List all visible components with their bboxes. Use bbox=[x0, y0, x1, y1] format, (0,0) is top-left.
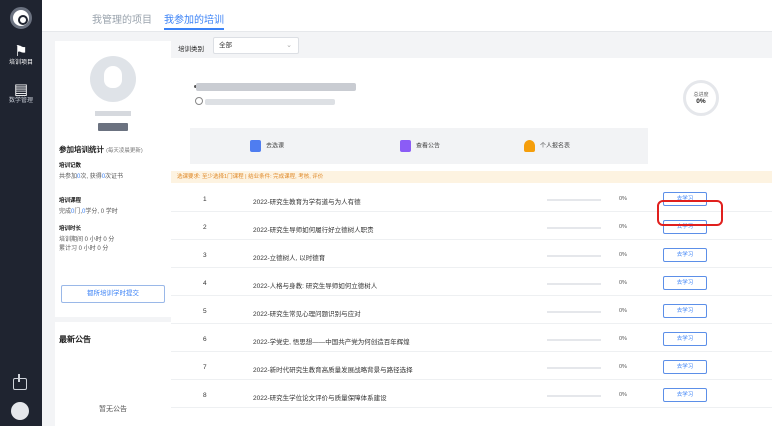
tab-managed-projects[interactable]: 我管理的项目 bbox=[92, 11, 152, 26]
course-progress-percent: 0% bbox=[619, 224, 627, 230]
course-number: 5 bbox=[203, 308, 207, 315]
course-title[interactable]: 2022-研究生教育为学有道与为人有德 bbox=[253, 196, 361, 206]
table-row: 4 2022-人格与身教: 研究生导师如何立德树人 0% 去学习 bbox=[171, 272, 772, 296]
training-category-select[interactable]: 全部 ⌄ bbox=[213, 37, 299, 54]
course-number: 4 bbox=[203, 280, 207, 287]
course-progress-percent: 0% bbox=[619, 364, 627, 370]
profile-org-blurred bbox=[98, 123, 128, 131]
action-label: 个人报名表 bbox=[540, 143, 571, 150]
highlight-box bbox=[657, 200, 723, 226]
start-learning-button[interactable]: 去学习 bbox=[663, 248, 707, 262]
view-announcement-button[interactable]: 查看公告 bbox=[400, 140, 440, 152]
stat-duration-label: 培训时长 bbox=[59, 226, 82, 232]
course-number: 3 bbox=[203, 252, 207, 259]
course-title[interactable]: 2022-研究生常见心理问题识别与应对 bbox=[253, 308, 361, 318]
start-learning-button[interactable]: 去学习 bbox=[663, 388, 707, 402]
flag-icon: ⚑ bbox=[14, 43, 28, 60]
start-learning-button[interactable]: 去学习 bbox=[663, 332, 707, 346]
table-row: 8 2022-研究生学位论文评价与质量保障体系建设 0% 去学习 bbox=[171, 384, 772, 408]
start-learning-button[interactable]: 去学习 bbox=[663, 360, 707, 374]
chevron-down-icon: ⌄ bbox=[286, 42, 292, 49]
stat-duration-line2: 累计习 0 小时 0 分 bbox=[59, 246, 109, 252]
course-title[interactable]: 2022-新时代研究生教育高质量发展战略背景与路径选择 bbox=[253, 364, 413, 374]
table-row: 6 2022-学党史, 悟思想——中国共产党为何创造百年辉煌 0% 去学习 bbox=[171, 328, 772, 352]
course-progress-percent: 0% bbox=[619, 252, 627, 258]
select-value: 全部 bbox=[219, 42, 232, 49]
course-progress-bar bbox=[547, 311, 601, 313]
course-title[interactable]: 2022-人格与身教: 研究生导师如何立德树人 bbox=[253, 280, 377, 290]
announcement-empty: 暂无公告 bbox=[99, 406, 127, 413]
rail-item-label: 数学管理 bbox=[8, 98, 33, 104]
course-progress-bar bbox=[547, 283, 601, 285]
total-progress-ring: 总进度 0% bbox=[683, 80, 719, 116]
course-progress-percent: 0% bbox=[619, 336, 627, 342]
user-avatar[interactable] bbox=[11, 402, 29, 420]
registration-form-button[interactable]: 个人报名表 bbox=[524, 140, 570, 152]
rail-item-label: 培训项目 bbox=[8, 60, 33, 66]
course-title[interactable]: 2022-立德树人, 以时德育 bbox=[253, 252, 325, 262]
doc-icon: ▤ bbox=[13, 81, 29, 98]
course-progress-bar bbox=[547, 395, 601, 397]
course-progress-bar bbox=[547, 255, 601, 257]
profile-card: 参加培训统计 (每天凌晨更新) 培训记数 共参加0次, 获得0次证书 培训课程 … bbox=[55, 41, 171, 317]
action-bar: 去选课 查看公告 个人报名表 bbox=[190, 128, 648, 164]
course-progress-percent: 0% bbox=[619, 280, 627, 286]
table-row: 3 2022-立德树人, 以时德育 0% 去学习 bbox=[171, 244, 772, 268]
announcement-card: 最新公告 暂无公告 bbox=[55, 322, 171, 426]
training-time-blurred bbox=[205, 99, 335, 105]
course-number: 8 bbox=[203, 392, 207, 399]
progress-label: 总进度 bbox=[693, 92, 709, 98]
stat-count-label: 培训记数 bbox=[59, 163, 82, 169]
start-learning-button[interactable]: 去学习 bbox=[663, 304, 707, 318]
course-title[interactable]: 2022-研究生导师如何履行好立德树人职责 bbox=[253, 224, 374, 234]
tab-joined-trainings[interactable]: 我参加的培训 bbox=[164, 11, 224, 30]
list-icon bbox=[250, 140, 261, 152]
profile-name-blurred bbox=[95, 111, 131, 116]
table-row: 7 2022-新时代研究生教育高质量发展战略背景与路径选择 0% 去学习 bbox=[171, 356, 772, 380]
stat-duration-line1: 培训期间 0 小时 0 分 bbox=[59, 237, 115, 243]
rail-item-projects[interactable]: ⚑ 培训项目 bbox=[0, 44, 42, 67]
course-progress-bar bbox=[547, 227, 601, 229]
course-number: 7 bbox=[203, 364, 207, 371]
start-learning-button[interactable]: 去学习 bbox=[663, 276, 707, 290]
course-progress-percent: 0% bbox=[619, 308, 627, 314]
announcement-title: 最新公告 bbox=[59, 335, 91, 344]
training-detail-card: 总进度 0% 去选课 查看公告 个人报名表 选课要求: 至少选择1门课程 | 结… bbox=[171, 58, 772, 426]
table-row: 5 2022-研究生常见心理问题识别与应对 0% 去学习 bbox=[171, 300, 772, 324]
action-label: 查看公告 bbox=[416, 143, 441, 150]
requirement-notice: 选课要求: 至少选择1门课程 | 结业条件: 完成课程, 考核, 评价 bbox=[171, 171, 772, 183]
app-logo[interactable] bbox=[10, 7, 32, 29]
top-tab-bar: 我管理的项目 我参加的培训 bbox=[42, 0, 772, 32]
action-label: 去选课 bbox=[266, 143, 285, 150]
course-number: 2 bbox=[203, 224, 207, 231]
rail-item-teaching[interactable]: ▤ 数学管理 bbox=[0, 82, 42, 105]
course-progress-bar bbox=[547, 199, 601, 201]
bell-icon bbox=[400, 140, 411, 152]
training-title-blurred bbox=[196, 83, 356, 91]
stat-count-value: 共参加0次, 获得0次证书 bbox=[59, 174, 124, 180]
course-number: 6 bbox=[203, 336, 207, 343]
stat-course-label: 培训课程 bbox=[59, 198, 82, 204]
stat-course-value: 完成0门,0学分, 0 学时 bbox=[59, 209, 118, 215]
course-progress-bar bbox=[547, 339, 601, 341]
filter-label: 培训类别 bbox=[178, 46, 204, 53]
profile-avatar bbox=[90, 56, 136, 102]
progress-value: 0% bbox=[696, 98, 706, 105]
sync-hours-button[interactable]: 都所培训学时提交 bbox=[61, 285, 165, 303]
left-nav-rail: ⚑ 培训项目 ▤ 数学管理 bbox=[0, 0, 42, 426]
course-title[interactable]: 2022-研究生学位论文评价与质量保障体系建设 bbox=[253, 392, 387, 402]
stats-title: 参加培训统计 (每天凌晨更新) bbox=[59, 145, 143, 154]
course-number: 1 bbox=[203, 196, 207, 203]
course-title[interactable]: 2022-学党史, 悟思想——中国共产党为何创造百年辉煌 bbox=[253, 336, 410, 346]
select-course-button[interactable]: 去选课 bbox=[250, 140, 284, 152]
course-progress-bar bbox=[547, 367, 601, 369]
user-icon bbox=[524, 140, 535, 152]
course-progress-percent: 0% bbox=[619, 196, 627, 202]
clock-icon bbox=[195, 97, 203, 105]
logout-icon[interactable] bbox=[13, 374, 27, 390]
course-progress-percent: 0% bbox=[619, 392, 627, 398]
